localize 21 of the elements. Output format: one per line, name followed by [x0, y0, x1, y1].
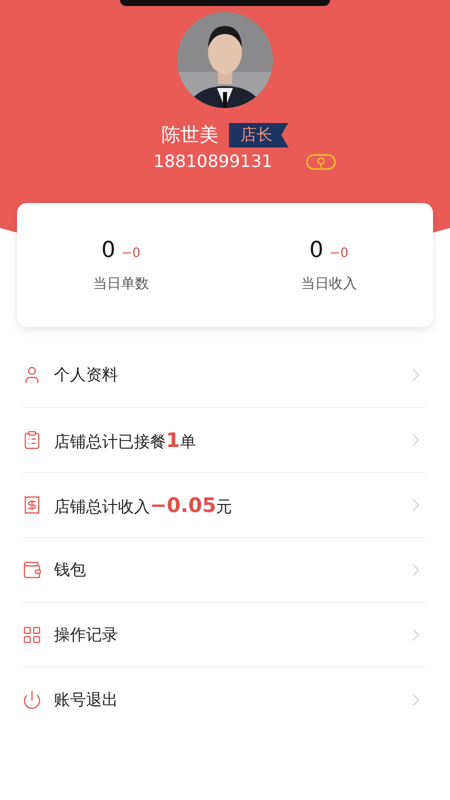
receipt-icon: [22, 495, 42, 515]
grid-icon: [22, 625, 42, 645]
stat-label: 当日收入: [301, 274, 357, 292]
menu-item[interactable]: 钱包: [54, 560, 394, 580]
menu-item[interactable]: 个人资料: [54, 364, 394, 386]
bulb-icon[interactable]: [306, 154, 336, 170]
stat-label: 当日单数: [93, 274, 149, 292]
menu-item[interactable]: 店铺总计已接餐1单: [54, 428, 394, 452]
clipboard-icon: [22, 430, 42, 450]
menu-item[interactable]: 操作记录: [54, 624, 394, 646]
role-badge: 店长: [228, 122, 288, 148]
menu-item[interactable]: 店铺总计收入−0.05元: [54, 492, 394, 518]
stat-change: −0: [329, 246, 349, 260]
power-icon: [22, 690, 42, 710]
stat-change: −0: [121, 246, 141, 260]
stat-value: 0: [101, 238, 116, 262]
stat-value: 0: [309, 238, 324, 262]
wallet-icon: [22, 560, 42, 580]
user-name: 陈世美: [162, 123, 218, 148]
phone-number: 18810899131: [154, 152, 272, 172]
menu-item[interactable]: 账号退出: [54, 690, 394, 710]
